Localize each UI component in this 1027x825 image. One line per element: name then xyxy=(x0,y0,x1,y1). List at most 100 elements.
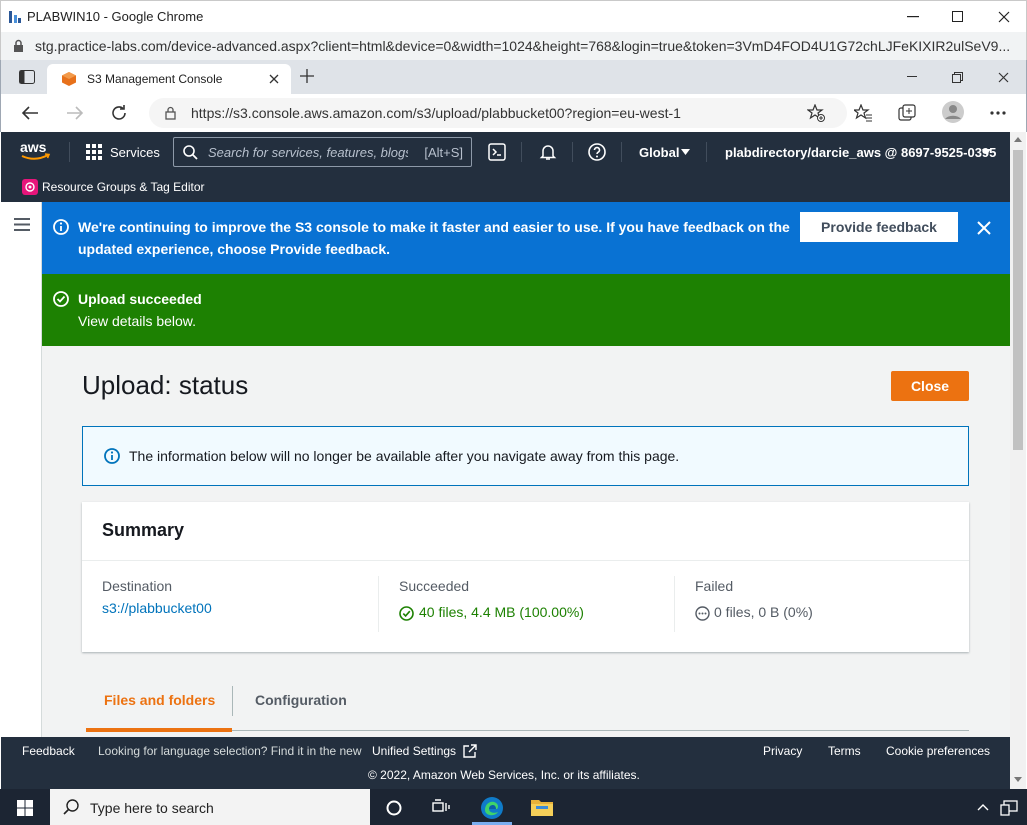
maximize-button[interactable] xyxy=(935,1,981,33)
page-title: Upload: status xyxy=(82,370,249,400)
region-caret-icon xyxy=(681,149,690,155)
destination-link[interactable]: s3://plabbucket00 xyxy=(102,600,212,616)
alert-text: The information below will no longer be … xyxy=(129,448,680,464)
footer-privacy-link[interactable]: Privacy xyxy=(763,744,802,758)
outer-address-bar[interactable]: stg.practice-labs.com/device-advanced.as… xyxy=(0,32,1027,60)
region-selector[interactable]: Global xyxy=(639,145,679,160)
windows-start-icon[interactable] xyxy=(17,800,33,816)
summary-heading: Summary xyxy=(102,520,185,540)
tab-s3-console[interactable]: S3 Management Console xyxy=(47,64,291,94)
svg-text:aws: aws xyxy=(20,139,47,155)
aws-tab-icon xyxy=(61,71,77,87)
failed-value: 0 files, 0 B (0%) xyxy=(714,604,813,620)
succeeded-label: Succeeded xyxy=(399,578,470,594)
info-alert: The information below will no longer be … xyxy=(82,426,969,486)
scroll-down-icon[interactable] xyxy=(1014,777,1022,782)
outer-url-text: stg.practice-labs.com/device-advanced.as… xyxy=(35,38,1011,54)
task-view-icon[interactable] xyxy=(432,799,450,815)
hamburger-menu-icon[interactable] xyxy=(14,218,30,231)
info-banner-line2-text: updated experience, choose xyxy=(78,241,271,257)
edge-toolbar: https://s3.console.aws.amazon.com/s3/upl… xyxy=(0,94,1027,132)
back-icon[interactable] xyxy=(21,105,39,121)
outer-title-bar: PLABWIN10 - Google Chrome xyxy=(0,0,1027,32)
resource-groups-icon xyxy=(22,179,38,195)
external-link-icon xyxy=(463,744,477,758)
unified-settings-link[interactable]: Unified Settings xyxy=(372,744,456,758)
tab-configuration[interactable]: Configuration xyxy=(255,692,347,708)
services-menu[interactable]: Services xyxy=(110,145,160,160)
account-menu[interactable]: plabdirectory/darcie_aws @ 8697-9525-039… xyxy=(725,145,996,160)
taskbar-search-box[interactable]: Type here to search xyxy=(50,789,370,825)
success-check-icon xyxy=(53,291,69,307)
edge-url-text: https://s3.console.aws.amazon.com/s3/upl… xyxy=(191,105,681,121)
notifications-bell-icon[interactable] xyxy=(539,143,557,161)
add-favorite-icon[interactable] xyxy=(807,104,825,122)
provide-feedback-button[interactable]: Provide feedback xyxy=(800,212,958,242)
page-scrollbar[interactable] xyxy=(1010,132,1026,789)
edge-taskbar-icon[interactable] xyxy=(480,796,504,820)
forward-icon[interactable] xyxy=(66,105,84,121)
cortana-icon[interactable] xyxy=(386,800,402,816)
edge-url-bar[interactable]: https://s3.console.aws.amazon.com/s3/upl… xyxy=(149,98,847,128)
aws-sub-nav: Resource Groups & Tag Editor xyxy=(1,172,1010,202)
edge-restore-button[interactable] xyxy=(934,61,980,93)
aws-logo[interactable]: aws xyxy=(20,139,52,163)
search-icon xyxy=(183,145,198,160)
tab-title: S3 Management Console xyxy=(87,72,223,86)
search-placeholder: Search for services, features, blogs, do… xyxy=(208,145,408,160)
help-icon[interactable] xyxy=(588,143,606,161)
failed-label: Failed xyxy=(695,578,734,594)
profile-avatar-icon[interactable] xyxy=(942,101,964,123)
settings-more-icon[interactable] xyxy=(990,111,1006,115)
favorites-icon[interactable] xyxy=(854,104,872,122)
resource-groups-link[interactable]: Resource Groups & Tag Editor xyxy=(42,180,205,194)
close-tab-icon[interactable] xyxy=(269,74,279,84)
close-button[interactable]: Close xyxy=(891,371,969,401)
app-icon xyxy=(8,9,22,25)
new-tab-icon[interactable] xyxy=(300,69,314,83)
taskbar-search-icon xyxy=(63,799,79,815)
footer-feedback-link[interactable]: Feedback xyxy=(22,744,75,758)
footer-copyright: © 2022, Amazon Web Services, Inc. or its… xyxy=(368,768,640,782)
lock-icon xyxy=(13,39,24,53)
footer-terms-link[interactable]: Terms xyxy=(828,744,861,758)
info-banner-line2: updated experience, choose Provide feedb… xyxy=(78,238,790,260)
system-tray-chevron-icon[interactable] xyxy=(977,804,989,811)
services-grid-icon[interactable] xyxy=(86,144,102,160)
minimize-button[interactable] xyxy=(890,1,936,33)
side-navigation-rail xyxy=(1,202,42,737)
close-window-button[interactable] xyxy=(981,1,1027,33)
edge-close-button[interactable] xyxy=(980,61,1026,93)
collections-icon[interactable] xyxy=(898,104,916,122)
tab-actions-icon[interactable] xyxy=(19,70,35,84)
footer-cookie-link[interactable]: Cookie preferences xyxy=(886,744,990,758)
main-content: Upload: status Close The information bel… xyxy=(42,346,1010,737)
upload-success-banner: Upload succeeded View details below. xyxy=(42,274,1010,346)
edge-tab-strip: S3 Management Console xyxy=(0,60,1027,94)
cloudshell-icon[interactable] xyxy=(488,143,506,161)
tab-bar: Files and folders Configuration xyxy=(82,676,969,732)
info-banner-line2-end: . xyxy=(386,241,390,257)
footer-language-text: Looking for language selection? Find it … xyxy=(98,744,362,758)
network-monitor-icon[interactable] xyxy=(1000,800,1018,816)
succeeded-check-icon xyxy=(399,606,414,621)
scroll-up-icon[interactable] xyxy=(1014,137,1022,142)
success-subtitle: View details below. xyxy=(78,313,197,329)
aws-search-box[interactable]: Search for services, features, blogs, do… xyxy=(173,137,472,167)
aws-footer: Feedback Looking for language selection?… xyxy=(1,737,1010,789)
succeeded-value: 40 files, 4.4 MB (100.00%) xyxy=(419,604,584,620)
edge-lock-icon xyxy=(165,106,176,120)
edge-minimize-button[interactable] xyxy=(889,61,935,93)
aws-top-nav: aws Services Search for services, featur… xyxy=(1,132,1010,172)
failed-pending-icon xyxy=(695,606,710,621)
scroll-thumb[interactable] xyxy=(1013,150,1023,450)
refresh-icon[interactable] xyxy=(110,104,128,122)
windows-taskbar: Type here to search xyxy=(0,789,1027,825)
info-banner-line1: We're continuing to improve the S3 conso… xyxy=(78,219,790,235)
search-shortcut: [Alt+S] xyxy=(424,145,463,160)
tab-files-and-folders[interactable]: Files and folders xyxy=(104,692,215,708)
info-icon xyxy=(53,219,69,235)
file-explorer-icon[interactable] xyxy=(530,797,554,817)
taskbar-search-placeholder: Type here to search xyxy=(90,800,214,816)
dismiss-info-banner-icon[interactable] xyxy=(977,221,991,235)
